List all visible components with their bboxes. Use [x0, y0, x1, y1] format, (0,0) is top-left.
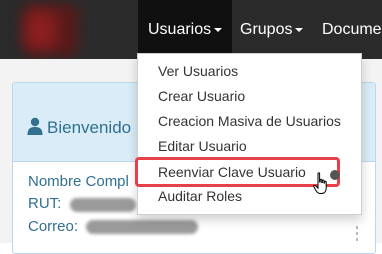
- welcome-text: Bienvenido: [47, 118, 132, 137]
- nav-documentos-label: Docume: [322, 21, 382, 38]
- menu-item-crear-usuario[interactable]: Crear Usuario: [158, 88, 245, 104]
- scroll-indicator: [356, 232, 358, 235]
- caret-down-icon: [295, 27, 304, 32]
- menu-item-creacion-masiva[interactable]: Creacion Masiva de Usuarios: [158, 113, 341, 129]
- scroll-indicator: [356, 238, 358, 241]
- top-navbar: Usuarios Grupos Docume: [0, 0, 382, 59]
- nombre-label: Nombre Compl: [28, 173, 129, 190]
- caret-down-icon: [214, 27, 223, 32]
- redacted-email: [86, 220, 198, 234]
- highlight-annotation: [135, 157, 340, 187]
- blurred-logo-detail: [26, 12, 56, 48]
- nav-grupos-label: Grupos: [240, 21, 293, 38]
- redacted-rut: [70, 198, 136, 212]
- menu-item-ver-usuarios[interactable]: Ver Usuarios: [158, 63, 238, 79]
- menu-edge-marker: [330, 170, 340, 180]
- menu-item-editar-usuario[interactable]: Editar Usuario: [158, 138, 247, 154]
- welcome-heading: Bienvenido: [27, 117, 131, 138]
- correo-label: Correo:: [28, 218, 79, 235]
- scroll-indicator: [356, 226, 358, 229]
- rut-label: RUT:: [28, 195, 62, 212]
- nav-documentos[interactable]: Docume: [322, 0, 382, 59]
- nav-grupos[interactable]: Grupos: [240, 0, 310, 59]
- nav-usuarios[interactable]: Usuarios: [138, 0, 232, 59]
- menu-item-auditar-roles[interactable]: Auditar Roles: [158, 188, 242, 204]
- user-icon: [27, 117, 43, 135]
- nav-usuarios-label: Usuarios: [148, 21, 212, 38]
- hand-pointer-icon: [313, 172, 327, 194]
